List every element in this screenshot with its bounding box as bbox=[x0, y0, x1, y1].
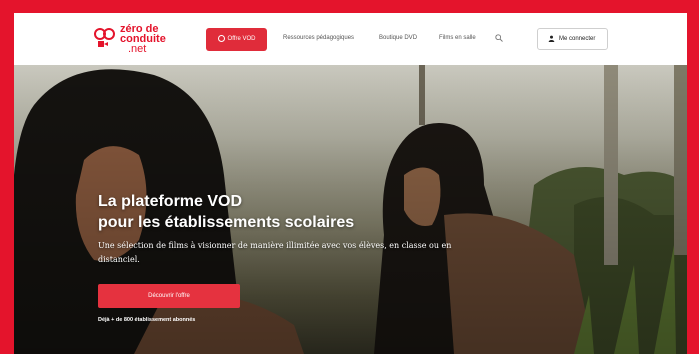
login-label: Me connecter bbox=[559, 36, 596, 42]
login-button[interactable]: Me connecter bbox=[537, 28, 608, 50]
site-logo[interactable]: zéro de conduite .net bbox=[94, 24, 174, 55]
logo-line-3: .net bbox=[128, 43, 147, 55]
search-icon[interactable] bbox=[495, 34, 503, 42]
user-icon bbox=[548, 35, 555, 42]
hero-subtitle: Une sélection de films à visionner de ma… bbox=[98, 241, 452, 264]
red-frame: zéro de conduite .net Offre VOD Ressourc… bbox=[0, 0, 699, 354]
nav-link-boutique[interactable]: Boutique DVD bbox=[379, 35, 417, 41]
hero-banner: La plateforme VOD pour les établissement… bbox=[14, 65, 687, 354]
offer-vod-button[interactable]: Offre VOD bbox=[206, 28, 267, 51]
play-circle-icon bbox=[217, 34, 225, 42]
offer-vod-label: Offre VOD bbox=[227, 36, 256, 42]
hero-title-line-2: pour les établissements scolaires bbox=[98, 214, 355, 231]
nav-link-ressources[interactable]: Ressources pédagogiques bbox=[283, 35, 354, 41]
webpage: zéro de conduite .net Offre VOD Ressourc… bbox=[14, 13, 687, 354]
discover-offer-button[interactable]: Découvrir l'offre bbox=[98, 284, 240, 308]
hero-title: La plateforme VOD pour les établissement… bbox=[98, 191, 354, 233]
subscribers-note: Déjà + de 800 établissement abonnés bbox=[98, 317, 196, 323]
nav-link-films[interactable]: Films en salle bbox=[439, 35, 476, 41]
logo-text: zéro de conduite .net bbox=[120, 24, 166, 55]
film-camera-icon bbox=[94, 28, 115, 47]
hero-title-line-1: La plateforme VOD bbox=[98, 193, 243, 210]
top-navigation: zéro de conduite .net Offre VOD Ressourc… bbox=[14, 13, 687, 65]
